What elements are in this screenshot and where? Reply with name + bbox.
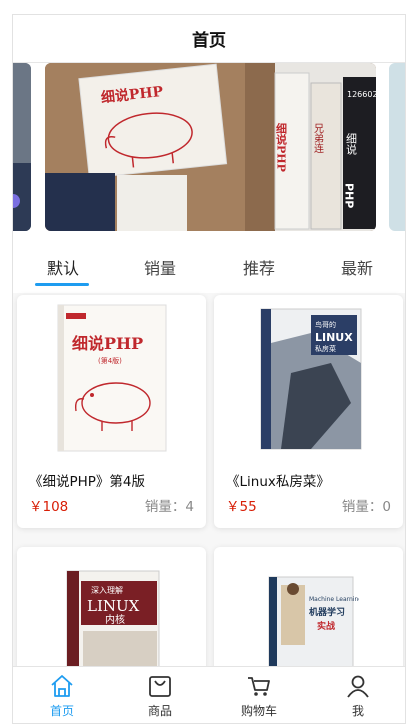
cart-icon — [248, 677, 270, 696]
tabbar-me[interactable]: 我 — [309, 667, 405, 723]
banner-slide-prev[interactable] — [13, 63, 31, 231]
svg-text:细说: 细说 — [345, 133, 358, 155]
user-icon — [347, 675, 369, 698]
product-card[interactable]: 鸟哥的 LINUX 私房菜 《Linux私房菜》 ￥55 销量：0 — [214, 295, 403, 528]
tabbar-home[interactable]: 首页 — [13, 667, 111, 723]
svg-text:LINUX: LINUX — [315, 331, 353, 344]
bottom-tab-bar: 首页 商品 购物车 我 — [13, 666, 405, 723]
tabbar-products-label: 商品 — [147, 704, 172, 718]
tab-active-indicator — [35, 283, 89, 286]
cover-title: 细说PHP — [72, 334, 143, 353]
tab-sales[interactable]: 销量 — [144, 255, 176, 279]
product-price: ￥108 — [29, 499, 69, 515]
page-header: 首页 — [13, 15, 405, 63]
product-card[interactable]: 细说PHP (第4版) 《细说PHP》第4版 ￥108 销量：4 — [17, 295, 206, 528]
svg-text:内核: 内核 — [105, 613, 125, 626]
product-price: ￥55 — [226, 499, 257, 515]
svg-text:PHP: PHP — [343, 183, 356, 208]
tabbar-home-label: 首页 — [49, 704, 74, 718]
tabbar-me-label: 我 — [351, 704, 364, 718]
svg-text:私房菜: 私房菜 — [315, 344, 336, 353]
home-icon — [51, 675, 73, 697]
tab-recommend[interactable]: 推荐 — [243, 255, 275, 279]
product-title[interactable]: 《Linux私房菜》 — [226, 470, 330, 490]
app-frame: 首页 细说PHP 细说PHP 兄弟连 126602 细说 PHP 默认 销量 推… — [12, 14, 406, 724]
svg-text:LINUX: LINUX — [87, 597, 140, 615]
page-title: 首页 — [192, 31, 226, 51]
tab-default[interactable]: 默认 — [47, 255, 79, 279]
product-sales: 销量：4 — [144, 499, 194, 515]
banner-carousel[interactable]: 细说PHP 细说PHP 兄弟连 126602 细说 PHP — [13, 63, 405, 243]
banner-slide-next[interactable] — [389, 63, 405, 231]
svg-text:机器学习: 机器学习 — [309, 606, 345, 618]
banner-slide-current[interactable]: 细说PHP 细说PHP 兄弟连 126602 细说 PHP — [45, 63, 376, 231]
svg-text:细说PHP: 细说PHP — [275, 122, 288, 172]
sort-tabs: 默认 销量 推荐 最新 — [13, 243, 405, 293]
tabbar-products[interactable]: 商品 — [111, 667, 209, 723]
product-title[interactable]: 《细说PHP》第4版 — [29, 470, 145, 490]
svg-text:兄弟连: 兄弟连 — [312, 123, 324, 154]
bag-icon — [149, 676, 171, 697]
product-image[interactable]: 细说PHP (第4版) — [17, 295, 206, 461]
tabbar-cart[interactable]: 购物车 — [210, 667, 308, 723]
svg-text:Machine Learning: Machine Learning — [309, 596, 359, 603]
product-sales: 销量：0 — [341, 499, 391, 515]
product-image[interactable]: 鸟哥的 LINUX 私房菜 — [214, 295, 403, 461]
svg-text:鸟哥的: 鸟哥的 — [315, 320, 336, 329]
svg-text:实战: 实战 — [317, 620, 335, 632]
tab-newest[interactable]: 最新 — [341, 255, 373, 279]
svg-text:126602: 126602 — [347, 90, 376, 99]
tabbar-cart-label: 购物车 — [240, 704, 277, 718]
cover-edition: (第4版) — [98, 356, 122, 365]
svg-text:深入理解: 深入理解 — [91, 585, 123, 595]
